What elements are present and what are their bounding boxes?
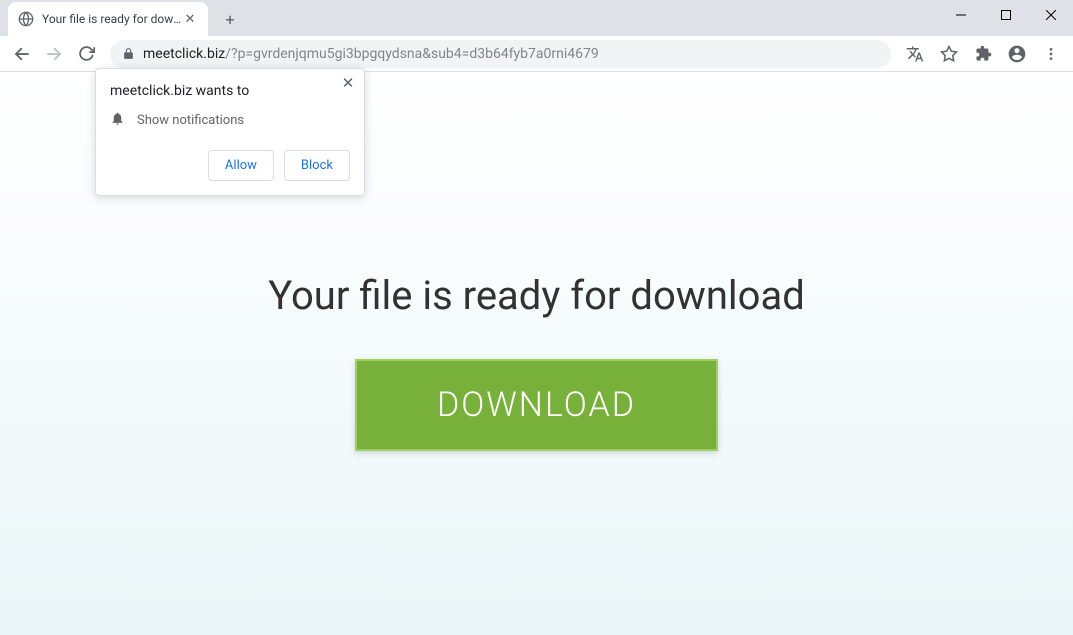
translate-icon[interactable] [901, 40, 929, 68]
toolbar: meetclick.biz/?p=gvrdenjqmu5gi3bpgqydsna… [0, 36, 1073, 72]
lock-icon [122, 47, 135, 60]
tab-close-icon[interactable]: ✕ [182, 11, 198, 27]
browser-tab[interactable]: Your file is ready for download ✕ [8, 2, 208, 36]
back-button[interactable] [8, 40, 36, 68]
download-button[interactable]: DOWNLOAD [355, 359, 718, 451]
titlebar: Your file is ready for download ✕ + [0, 0, 1073, 36]
toolbar-right [901, 40, 1065, 68]
reload-button[interactable] [72, 40, 100, 68]
close-window-button[interactable] [1028, 0, 1073, 30]
extensions-icon[interactable] [969, 40, 997, 68]
prompt-permission-text: Show notifications [137, 113, 244, 128]
address-bar[interactable]: meetclick.biz/?p=gvrdenjqmu5gi3bpgqydsna… [110, 40, 891, 68]
bell-icon [110, 111, 125, 130]
prompt-actions: Allow Block [110, 150, 350, 181]
block-button[interactable]: Block [284, 150, 350, 181]
window-controls [938, 0, 1073, 30]
globe-icon [18, 11, 34, 27]
bookmark-star-icon[interactable] [935, 40, 963, 68]
kebab-menu-icon[interactable] [1037, 40, 1065, 68]
url-text: meetclick.biz/?p=gvrdenjqmu5gi3bpgqydsna… [143, 46, 879, 62]
new-tab-button[interactable]: + [216, 5, 244, 33]
maximize-button[interactable] [983, 0, 1028, 30]
url-path: /?p=gvrdenjqmu5gi3bpgqydsna&sub4=d3b64fy… [225, 46, 599, 62]
prompt-title: meetclick.biz wants to [110, 83, 350, 99]
forward-button[interactable] [40, 40, 68, 68]
minimize-button[interactable] [938, 0, 983, 30]
prompt-permission-row: Show notifications [110, 111, 350, 130]
profile-icon[interactable] [1003, 40, 1031, 68]
url-host: meetclick.biz [143, 46, 225, 62]
page-heading: Your file is ready for download [268, 272, 805, 319]
allow-button[interactable]: Allow [208, 150, 274, 181]
permission-prompt: ✕ meetclick.biz wants to Show notificati… [95, 68, 365, 196]
prompt-close-icon[interactable]: ✕ [340, 75, 356, 91]
tab-title: Your file is ready for download [42, 12, 182, 26]
